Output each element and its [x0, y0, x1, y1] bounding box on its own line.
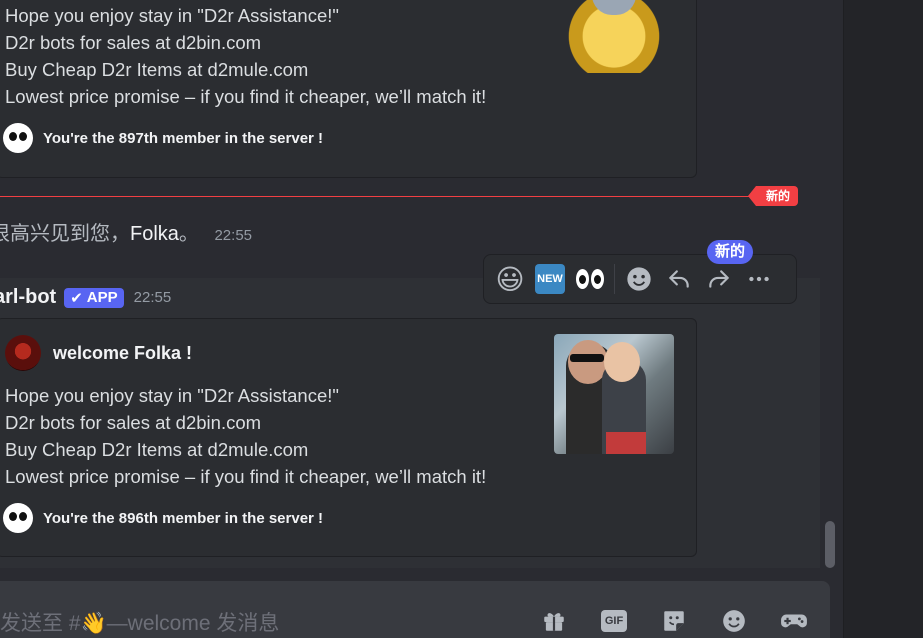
app-badge: ✔ APP: [64, 287, 124, 308]
welcome-embed-top: Hope you enjoy stay in "D2r Assistance!"…: [0, 0, 697, 178]
timestamp[interactable]: 22:55: [134, 289, 172, 306]
sticker-icon[interactable]: [654, 605, 694, 637]
welcome-embed: welcome Folka ! Hope you enjoy stay in "…: [0, 318, 697, 557]
message-composer: 发送至 #👋—welcome 发消息 GIF: [0, 581, 830, 638]
embed-footer-text: You're the 897th member in the server !: [43, 129, 324, 147]
embed-author: welcome Folka !: [5, 335, 192, 371]
forward-icon[interactable]: [699, 259, 739, 299]
gif-label: GIF: [601, 610, 627, 632]
composer-icons: GIF: [534, 605, 814, 637]
timestamp[interactable]: 22:55: [214, 227, 252, 244]
message-hover-toolbar: 😃 NEW: [483, 254, 797, 304]
grinning-emoji-icon[interactable]: 😃: [490, 259, 530, 299]
embed-line: Hope you enjoy stay in "D2r Assistance!": [5, 385, 339, 406]
embed-line: Buy Cheap D2r Items at d2mule.com: [5, 439, 309, 460]
embed-line: Buy Cheap D2r Items at d2mule.com: [5, 59, 309, 80]
embed-line: D2r bots for sales at d2bin.com: [5, 412, 262, 433]
embed-footer: You're the 896th member in the server !: [3, 503, 323, 533]
embed-footer-text: You're the 896th member in the server !: [43, 509, 324, 527]
emoji-icon[interactable]: [714, 605, 754, 637]
new-messages-divider: [0, 196, 790, 197]
embed-title: welcome Folka !: [53, 342, 193, 363]
panda-icon: [3, 123, 33, 153]
new-emoji-label: NEW: [535, 264, 565, 294]
member-photo-thumbnail[interactable]: [554, 334, 674, 454]
gift-icon[interactable]: [534, 605, 574, 637]
system-message-suffix: 。: [178, 223, 199, 245]
apps-icon[interactable]: [774, 605, 814, 637]
reply-icon[interactable]: [659, 259, 699, 299]
gif-icon[interactable]: GIF: [594, 605, 634, 637]
new-feature-bubble: 新的: [707, 240, 754, 264]
add-reaction-icon[interactable]: [619, 259, 659, 299]
system-message-prefix: 很高兴见到您，: [0, 223, 130, 245]
embed-line: D2r bots for sales at d2bin.com: [5, 32, 262, 53]
check-icon: ✔: [70, 289, 83, 307]
embed-line: Lowest price promise – if you find it ch…: [5, 466, 487, 487]
gold-coins-thumbnail[interactable]: [554, 0, 674, 73]
toolbar-separator: [614, 264, 615, 294]
panda-icon: [3, 503, 33, 533]
embed-line: Hope you enjoy stay in "D2r Assistance!": [5, 5, 339, 26]
scrollbar-track[interactable]: [824, 0, 836, 570]
more-icon[interactable]: [739, 259, 779, 299]
new-button-emoji-icon[interactable]: NEW: [530, 259, 570, 299]
composer-placeholder[interactable]: 发送至 #👋—welcome 发消息: [0, 607, 279, 637]
new-messages-pill: 新的: [747, 186, 799, 206]
system-join-message: 很高兴见到您，Folka。 22:55: [0, 217, 252, 246]
author-name[interactable]: arl-bot: [0, 286, 56, 309]
chat-main: Hope you enjoy stay in "D2r Assistance!"…: [0, 0, 843, 638]
message-header: arl-bot ✔ APP 22:55: [0, 286, 171, 309]
scrollbar-thumb[interactable]: [825, 521, 835, 568]
right-panel: [843, 0, 923, 638]
embed-line: Lowest price promise – if you find it ch…: [5, 86, 487, 107]
eyes-emoji-icon[interactable]: [570, 259, 610, 299]
embed-footer: You're the 897th member in the server !: [3, 123, 323, 153]
app-badge-label: APP: [86, 289, 118, 306]
member-name[interactable]: Folka: [130, 223, 179, 245]
author-avatar[interactable]: [5, 335, 41, 371]
